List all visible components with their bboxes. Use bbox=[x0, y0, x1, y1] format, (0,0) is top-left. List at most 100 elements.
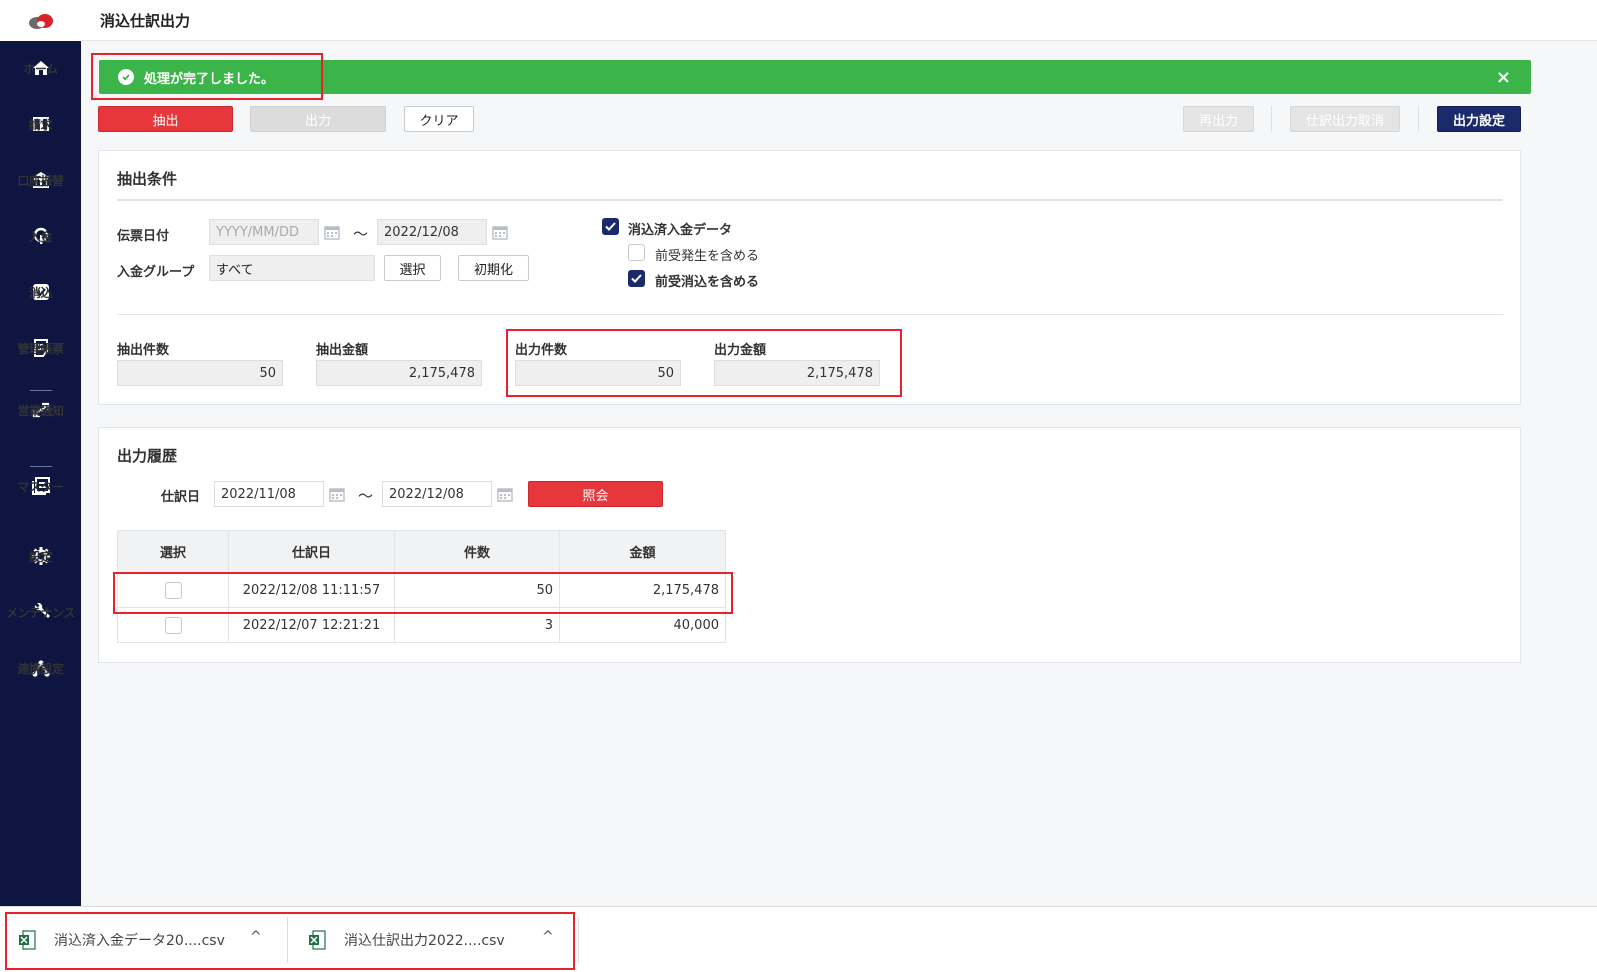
deposit-group-field: すべて bbox=[209, 255, 375, 281]
section-title: 出力履歴 bbox=[117, 447, 178, 465]
sidebar-item-label: 設定 bbox=[28, 550, 53, 564]
sidebar-item-reports[interactable]: 管理帳票 bbox=[0, 321, 81, 377]
output-count-label: 出力件数 bbox=[515, 343, 568, 358]
column-header: 仕訳日 bbox=[228, 530, 395, 573]
excel-file-icon bbox=[18, 930, 36, 950]
history-table: 選択 仕訳日 件数 金額 2022/12/08 11:11:57 50 2,17… bbox=[117, 530, 726, 643]
sidebar-item-sales-notice[interactable]: 営業通知 bbox=[0, 397, 81, 453]
cancel-output-button[interactable]: 仕訳出力取消 bbox=[1290, 106, 1400, 132]
chevron-up-icon[interactable]: ^ bbox=[250, 929, 262, 945]
extract-amount-label: 抽出金額 bbox=[316, 343, 369, 358]
sidebar-item-account-transfer[interactable]: 口座振替 bbox=[0, 153, 81, 209]
sidebar-item-maintenance[interactable]: メンテナンス bbox=[0, 585, 81, 641]
amount-cell: 40,000 bbox=[559, 607, 726, 643]
journal-date-to-input[interactable]: 2022/12/08 bbox=[382, 481, 492, 507]
reoutput-button[interactable]: 再出力 bbox=[1183, 106, 1254, 132]
calendar-icon[interactable] bbox=[324, 225, 340, 240]
sidebar-item-deposit[interactable]: 入金 bbox=[0, 209, 81, 265]
top-bar: 消込仕訳出力 bbox=[81, 0, 1597, 41]
close-icon[interactable]: × bbox=[1496, 67, 1511, 88]
table-row[interactable]: 2022/12/07 12:21:21 3 40,000 bbox=[117, 607, 726, 643]
reconciled-data-label: 消込済入金データ bbox=[628, 223, 733, 238]
sidebar-item-label: 口座振替 bbox=[17, 174, 64, 188]
download-bar: 消込済入金データ20....csv ^ 消込仕訳出力2022....csv ^ bbox=[0, 906, 1597, 972]
extract-button[interactable]: 抽出 bbox=[98, 106, 233, 132]
download-divider bbox=[578, 917, 579, 963]
column-header: 件数 bbox=[394, 530, 560, 573]
sidebar-item-label: 請求 bbox=[28, 118, 53, 132]
main-content: 処理が完了しました。 × 抽出 出力 クリア 再出力 仕訳出力取消 出力設定 抽… bbox=[81, 41, 1597, 906]
output-settings-button[interactable]: 出力設定 bbox=[1437, 106, 1521, 132]
history-search-button[interactable]: 照会 bbox=[528, 481, 663, 507]
include-advance-reconcile-checkbox[interactable] bbox=[628, 270, 645, 287]
sidebar-item-label: メンテナンス bbox=[6, 606, 75, 620]
row-select-cell bbox=[117, 572, 229, 608]
checkmark-icon bbox=[631, 274, 642, 283]
sidebar-item-label: 入金 bbox=[28, 230, 53, 244]
sidebar-item-home[interactable]: ホーム bbox=[0, 41, 81, 97]
sidebar-item-label: 営業通知 bbox=[17, 404, 64, 418]
sidebar-divider bbox=[29, 466, 52, 467]
count-cell: 50 bbox=[394, 572, 560, 608]
slip-date-label: 伝票日付 bbox=[117, 229, 170, 244]
app-logo[interactable] bbox=[0, 0, 81, 41]
sidebar-item-master[interactable]: マスター bbox=[0, 473, 81, 529]
sidebar-item-settings[interactable]: 設定 bbox=[0, 529, 81, 585]
calendar-icon[interactable] bbox=[492, 225, 508, 240]
check-circle-icon bbox=[118, 69, 134, 85]
extract-count-label: 抽出件数 bbox=[117, 343, 170, 358]
table-row[interactable]: 2022/12/08 11:11:57 50 2,175,478 bbox=[117, 572, 726, 608]
download-item[interactable]: 消込済入金データ20....csv ^ bbox=[18, 907, 288, 972]
sidebar-item-label: ホーム bbox=[23, 62, 58, 76]
slip-date-from-input[interactable]: YYYY/MM/DD bbox=[209, 219, 319, 245]
toolbar-divider bbox=[1418, 106, 1419, 132]
download-filename: 消込済入金データ20....csv bbox=[54, 933, 225, 949]
section-divider bbox=[117, 199, 1503, 201]
sidebar-item-label: マスター bbox=[17, 480, 64, 494]
range-tilde: ～ bbox=[353, 225, 369, 243]
journal-date-from-input[interactable]: 2022/11/08 bbox=[214, 481, 324, 507]
chevron-up-icon[interactable]: ^ bbox=[542, 929, 554, 945]
download-filename: 消込仕訳出力2022....csv bbox=[344, 933, 505, 949]
output-count-field: 50 bbox=[515, 360, 681, 386]
sidebar-item-billing[interactable]: 請求 bbox=[0, 97, 81, 153]
sidebar-item-reconcile[interactable]: 消込 bbox=[0, 265, 81, 321]
journal-date-cell: 2022/12/07 12:21:21 bbox=[228, 607, 395, 643]
reconciled-data-checkbox[interactable] bbox=[602, 218, 619, 235]
table-header-row: 選択 仕訳日 件数 金額 bbox=[117, 530, 726, 573]
column-header: 選択 bbox=[117, 530, 229, 573]
output-button[interactable]: 出力 bbox=[250, 106, 386, 132]
range-tilde: ～ bbox=[358, 487, 374, 505]
success-alert: 処理が完了しました。 × bbox=[99, 60, 1531, 94]
group-init-button[interactable]: 初期化 bbox=[458, 255, 529, 281]
row-select-checkbox[interactable] bbox=[164, 581, 182, 599]
sidebar-item-label: 連携設定 bbox=[17, 662, 64, 676]
include-advance-occurrence-checkbox[interactable] bbox=[628, 244, 645, 261]
extraction-conditions-panel: 抽出条件 伝票日付 YYYY/MM/DD ～ 2022/12/08 入金グループ… bbox=[98, 150, 1521, 405]
checkmark-icon bbox=[605, 222, 616, 231]
page-title: 消込仕訳出力 bbox=[100, 12, 191, 30]
column-header: 金額 bbox=[559, 530, 726, 573]
clear-button[interactable]: クリア bbox=[404, 106, 474, 132]
calendar-icon[interactable] bbox=[497, 487, 513, 502]
row-select-cell bbox=[117, 607, 229, 643]
section-title: 抽出条件 bbox=[117, 170, 178, 188]
row-select-checkbox[interactable] bbox=[164, 616, 182, 634]
calendar-icon[interactable] bbox=[329, 487, 345, 502]
alert-message: 処理が完了しました。 bbox=[144, 71, 275, 87]
section-divider bbox=[117, 314, 1503, 315]
extract-amount-field: 2,175,478 bbox=[316, 360, 482, 386]
download-item[interactable]: 消込仕訳出力2022....csv ^ bbox=[308, 907, 578, 972]
journal-date-label: 仕訳日 bbox=[161, 490, 201, 505]
sidebar: ホーム 請求 口座振替 入金 消込 管理帳票 営業通知 マスター 設定 メンテナ… bbox=[0, 0, 81, 906]
amount-cell: 2,175,478 bbox=[559, 572, 726, 608]
include-advance-reconcile-label: 前受消込を含める bbox=[655, 275, 760, 290]
output-amount-label: 出力金額 bbox=[714, 343, 767, 358]
group-select-button[interactable]: 選択 bbox=[384, 255, 441, 281]
sidebar-item-integration[interactable]: 連携設定 bbox=[0, 641, 81, 697]
slip-date-to-input[interactable]: 2022/12/08 bbox=[377, 219, 487, 245]
download-divider bbox=[287, 917, 288, 963]
toolbar-divider bbox=[1271, 106, 1272, 132]
output-amount-field: 2,175,478 bbox=[714, 360, 880, 386]
sidebar-item-label: 管理帳票 bbox=[17, 342, 64, 356]
